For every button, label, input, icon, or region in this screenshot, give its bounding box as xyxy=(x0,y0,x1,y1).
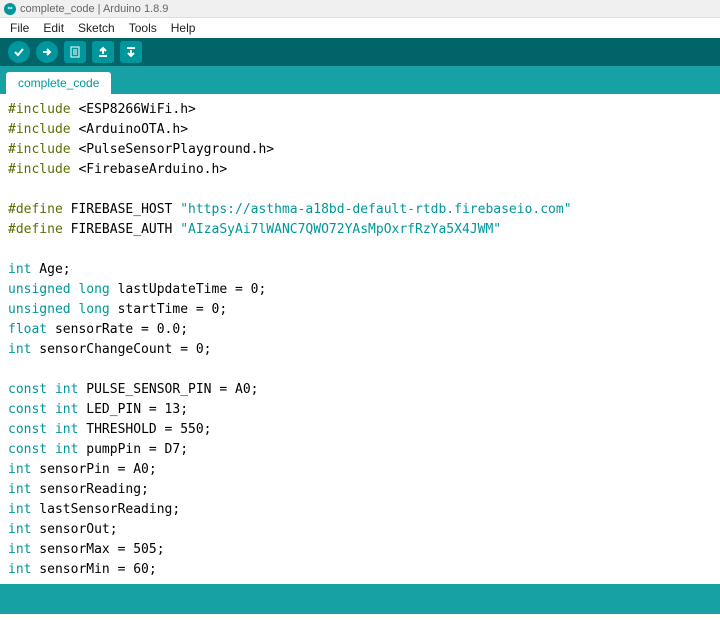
toolbar xyxy=(0,38,720,66)
code-text: lastUpdateTime = 0; xyxy=(110,282,267,297)
code-type: const int xyxy=(8,422,78,437)
code-type: const int xyxy=(8,402,78,417)
code-text: pumpPin = D7; xyxy=(78,442,188,457)
code-text: sensorMax = 505; xyxy=(31,542,164,557)
code-type: int xyxy=(8,522,31,537)
tab-strip: complete_code xyxy=(0,66,720,94)
code-text: sensorPin = A0; xyxy=(31,462,156,477)
code-string: "https://asthma-a18bd-default-rtdb.fireb… xyxy=(180,202,571,217)
status-bar xyxy=(0,584,720,614)
code-type: const int xyxy=(8,442,78,457)
code-type: int xyxy=(8,542,31,557)
menu-file[interactable]: File xyxy=(4,19,35,37)
code-type: int xyxy=(8,502,31,517)
code-text: FIREBASE_AUTH xyxy=(63,222,180,237)
code-text: <ArduinoOTA.h> xyxy=(71,122,188,137)
new-button[interactable] xyxy=(64,41,86,63)
code-keyword: #include xyxy=(8,122,71,137)
code-type: int xyxy=(8,482,31,497)
code-keyword: #include xyxy=(8,102,71,117)
code-type: const int xyxy=(8,382,78,397)
code-text: sensorOut; xyxy=(31,522,117,537)
menu-bar: File Edit Sketch Tools Help xyxy=(0,18,720,38)
code-type: unsigned long xyxy=(8,282,110,297)
code-keyword: #include xyxy=(8,142,71,157)
code-text: LED_PIN = 13; xyxy=(78,402,188,417)
upload-button[interactable] xyxy=(36,41,58,63)
verify-button[interactable] xyxy=(8,41,30,63)
code-text: THRESHOLD = 550; xyxy=(78,422,211,437)
code-text: Age; xyxy=(31,262,70,277)
code-text: lastSensorReading; xyxy=(31,502,180,517)
code-text: <FirebaseArduino.h> xyxy=(71,162,228,177)
open-button[interactable] xyxy=(92,41,114,63)
window-title: complete_code | Arduino 1.8.9 xyxy=(20,3,168,15)
code-type: float xyxy=(8,322,47,337)
tab-complete-code[interactable]: complete_code xyxy=(6,72,111,94)
menu-help[interactable]: Help xyxy=(165,19,202,37)
code-string: "AIzaSyAi7lWANC7QWO72YAsMpOxrfRzYa5X4JWM… xyxy=(180,222,501,237)
code-keyword: #define xyxy=(8,202,63,217)
code-text: sensorReading; xyxy=(31,482,148,497)
code-text: <ESP8266WiFi.h> xyxy=(71,102,196,117)
save-button[interactable] xyxy=(120,41,142,63)
code-text: <PulseSensorPlayground.h> xyxy=(71,142,275,157)
code-text: sensorMin = 60; xyxy=(31,562,156,577)
code-text: sensorChangeCount = 0; xyxy=(31,342,211,357)
menu-tools[interactable]: Tools xyxy=(123,19,163,37)
code-type: int xyxy=(8,262,31,277)
code-keyword: #include xyxy=(8,162,71,177)
code-text: sensorRate = 0.0; xyxy=(47,322,188,337)
arduino-app-icon: ∞ xyxy=(4,3,16,15)
menu-edit[interactable]: Edit xyxy=(37,19,70,37)
code-text: PULSE_SENSOR_PIN = A0; xyxy=(78,382,258,397)
code-editor[interactable]: #include <ESP8266WiFi.h> #include <Ardui… xyxy=(0,94,720,584)
code-text: FIREBASE_HOST xyxy=(63,202,180,217)
menu-sketch[interactable]: Sketch xyxy=(72,19,121,37)
code-text: startTime = 0; xyxy=(110,302,227,317)
window-titlebar: ∞ complete_code | Arduino 1.8.9 xyxy=(0,0,720,18)
code-type: int xyxy=(8,462,31,477)
code-type: unsigned long xyxy=(8,302,110,317)
code-type: int xyxy=(8,562,31,577)
code-type: int xyxy=(8,342,31,357)
code-keyword: #define xyxy=(8,222,63,237)
